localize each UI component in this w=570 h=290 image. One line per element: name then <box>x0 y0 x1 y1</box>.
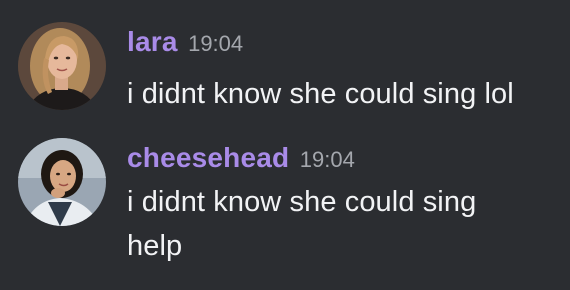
timestamp[interactable]: 19:04 <box>188 31 243 56</box>
message-text: i didnt know she could sing help <box>127 186 477 262</box>
username[interactable]: cheesehead <box>127 142 289 173</box>
message-text: i didnt know she could sing lol <box>127 78 514 110</box>
message-header: cheesehead 19:04 <box>127 138 562 178</box>
avatar[interactable] <box>18 138 106 226</box>
message-content: lara 19:04 i didnt know she could sing l… <box>127 22 562 116</box>
timestamp[interactable]: 19:04 <box>300 147 355 172</box>
message-header: lara 19:04 <box>127 22 562 62</box>
username[interactable]: lara <box>127 26 178 57</box>
message-content: cheesehead 19:04 i didnt know she could … <box>127 138 562 268</box>
avatar-image <box>18 138 106 226</box>
avatar-image <box>18 22 106 110</box>
avatar[interactable] <box>18 22 106 110</box>
